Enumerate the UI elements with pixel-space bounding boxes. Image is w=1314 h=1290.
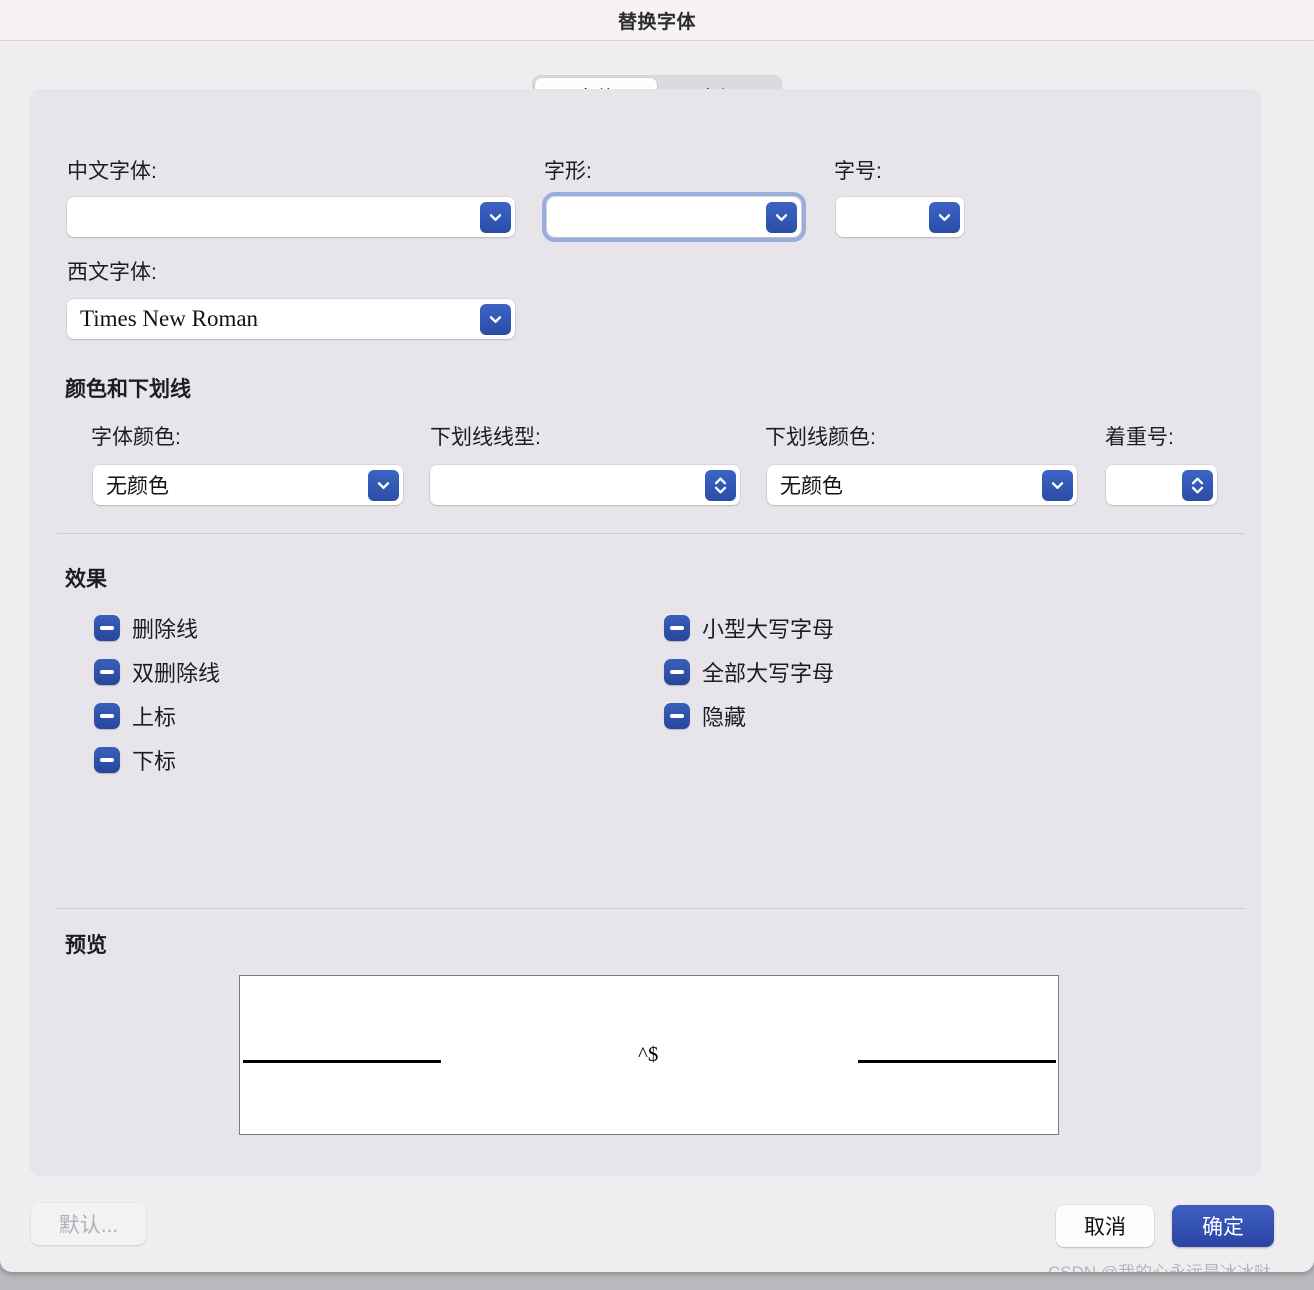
divider-effects	[57, 533, 1245, 534]
preview-rule-right	[858, 1060, 1056, 1063]
western-font-combobox[interactable]: Times New Roman	[67, 299, 515, 339]
cancel-button[interactable]: 取消	[1056, 1205, 1154, 1247]
ok-button-label: 确定	[1202, 1216, 1244, 1239]
checkbox-mixed-icon[interactable]	[664, 615, 690, 641]
chevron-down-icon[interactable]	[480, 303, 511, 335]
preview-sample-text: ^$	[638, 1042, 659, 1066]
checkbox-row-all-caps[interactable]: 全部大写字母	[664, 656, 834, 688]
dialog-titlebar: 替换字体	[0, 0, 1314, 41]
replace-font-dialog: 替换字体 字体 高级 中文字体: 字形: 字号:	[0, 0, 1314, 1272]
chevron-down-icon[interactable]	[480, 201, 511, 233]
defaults-button-label: 默认...	[58, 1214, 119, 1237]
western-font-value: Times New Roman	[80, 306, 259, 331]
chinese-font-label: 中文字体:	[67, 160, 157, 183]
font-color-label: 字体颜色:	[91, 426, 181, 449]
size-combobox[interactable]	[836, 197, 964, 237]
checkbox-row-hidden[interactable]: 隐藏	[664, 700, 746, 732]
chevron-down-icon[interactable]	[368, 469, 399, 501]
cancel-button-label: 取消	[1084, 1216, 1126, 1239]
checkbox-label: 下标	[132, 749, 177, 774]
style-label: 字形:	[544, 160, 592, 183]
font-color-value: 无颜色	[106, 475, 169, 498]
settings-panel: 中文字体: 字形: 字号: 西文字体: Times New Roman 颜色和下…	[29, 89, 1261, 1176]
checkbox-row-small-caps[interactable]: 小型大写字母	[664, 612, 834, 644]
chevron-down-icon[interactable]	[1042, 469, 1073, 501]
divider-preview	[57, 908, 1245, 909]
font-color-combobox[interactable]: 无颜色	[93, 465, 403, 505]
underline-style-label: 下划线线型:	[430, 426, 541, 449]
checkbox-row-double-strikethrough[interactable]: 双删除线	[94, 656, 220, 688]
checkbox-mixed-icon[interactable]	[94, 659, 120, 685]
underline-color-label: 下划线颜色:	[765, 426, 876, 449]
chevron-down-icon[interactable]	[766, 201, 797, 233]
effects-section-heading: 效果	[65, 568, 107, 591]
checkbox-label: 小型大写字母	[702, 617, 835, 642]
defaults-button[interactable]: 默认...	[31, 1203, 146, 1245]
checkbox-row-subscript[interactable]: 下标	[94, 744, 176, 776]
checkbox-label: 删除线	[132, 617, 199, 642]
emphasis-label: 着重号:	[1105, 426, 1174, 449]
checkbox-mixed-icon[interactable]	[94, 615, 120, 641]
size-label: 字号:	[834, 160, 882, 183]
checkbox-mixed-icon[interactable]	[94, 703, 120, 729]
checkbox-label: 全部大写字母	[702, 661, 835, 686]
color-section-heading: 颜色和下划线	[65, 378, 191, 401]
style-combobox[interactable]	[542, 192, 806, 242]
watermark: CSDN @我的心永远是冰冰哒	[1048, 1258, 1271, 1272]
dialog-title: 替换字体	[617, 11, 696, 33]
checkbox-label: 双删除线	[132, 661, 221, 686]
checkbox-row-superscript[interactable]: 上标	[94, 700, 176, 732]
preview-box: ^$	[239, 975, 1059, 1135]
preview-section-heading: 预览	[65, 934, 107, 957]
checkbox-mixed-icon[interactable]	[94, 747, 120, 773]
emphasis-stepper[interactable]	[1106, 465, 1217, 505]
checkbox-label: 隐藏	[702, 705, 747, 730]
western-font-label: 西文字体:	[67, 261, 157, 284]
checkbox-row-strikethrough[interactable]: 删除线	[94, 612, 198, 644]
chinese-font-combobox[interactable]	[67, 197, 515, 237]
chevron-down-icon[interactable]	[929, 201, 960, 233]
checkbox-label: 上标	[132, 705, 177, 730]
underline-style-stepper[interactable]	[430, 465, 740, 505]
underline-color-combobox[interactable]: 无颜色	[767, 465, 1077, 505]
preview-rule-left	[243, 1060, 441, 1063]
checkbox-mixed-icon[interactable]	[664, 659, 690, 685]
ok-button[interactable]: 确定	[1172, 1205, 1274, 1247]
checkbox-mixed-icon[interactable]	[664, 703, 690, 729]
chevron-up-down-icon[interactable]	[1182, 469, 1213, 501]
chevron-up-down-icon[interactable]	[705, 469, 736, 501]
underline-color-value: 无颜色	[780, 475, 843, 498]
